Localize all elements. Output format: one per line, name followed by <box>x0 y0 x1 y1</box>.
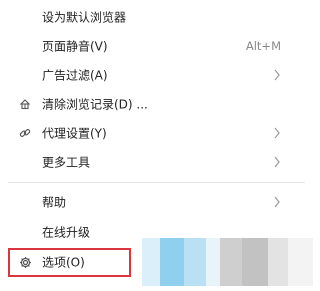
menu-item-proxy-settings[interactable]: 代理设置(Y) <box>0 120 313 146</box>
blurred-content <box>142 238 313 286</box>
menu-item-label: 代理设置(Y) <box>42 126 107 141</box>
menu-item-ad-filter[interactable]: 广告过滤(A) <box>0 62 313 88</box>
browser-main-menu: 设为默认浏览器 页面静音(V) Alt+M 广告过滤(A) 清除浏览记录(D) … <box>0 0 313 291</box>
menu-item-label: 帮助 <box>42 195 67 210</box>
menu-item-more-tools[interactable]: 更多工具 <box>0 149 313 175</box>
menu-item-label: 页面静音(V) <box>42 39 108 54</box>
menu-item-label: 更多工具 <box>42 155 91 170</box>
chevron-right-icon <box>274 69 280 81</box>
menu-item-mute-page[interactable]: 页面静音(V) Alt+M <box>0 33 313 59</box>
menu-item-set-default-browser[interactable]: 设为默认浏览器 <box>0 4 313 30</box>
menu-separator <box>8 182 305 183</box>
menu-item-label: 清除浏览记录(D) ... <box>42 97 148 112</box>
shortcut-label: Alt+M <box>245 39 281 53</box>
options-highlight-annotation <box>8 248 131 277</box>
chevron-right-icon <box>274 127 280 139</box>
menu-item-clear-history[interactable]: 清除浏览记录(D) ... <box>0 91 313 117</box>
menu-item-label: 设为默认浏览器 <box>42 10 127 25</box>
menu-item-label: 在线升级 <box>42 225 91 240</box>
link-icon <box>18 126 32 140</box>
chevron-right-icon <box>274 196 280 208</box>
broom-icon <box>18 97 32 111</box>
menu-item-help[interactable]: 帮助 <box>0 189 313 215</box>
chevron-right-icon <box>274 156 280 168</box>
menu-item-label: 广告过滤(A) <box>42 68 108 83</box>
